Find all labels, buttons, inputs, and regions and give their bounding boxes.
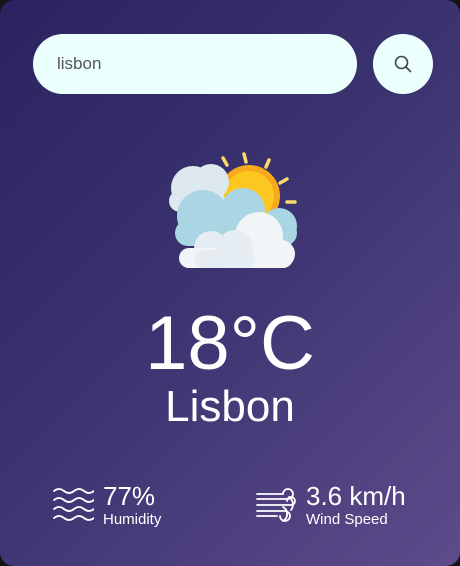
- wind-speed-value: 3.6 km/h: [306, 480, 406, 511]
- temperature-value: 18°C: [145, 301, 315, 386]
- humidity-detail: 77% Humidity: [52, 480, 161, 530]
- humidity-value: 77%: [103, 480, 156, 511]
- search-icon: [394, 55, 412, 73]
- search-bar: [33, 34, 433, 94]
- wind-icon: [255, 485, 297, 525]
- partly-cloudy-icon: [169, 152, 297, 268]
- humidity-icon: [52, 485, 94, 525]
- city-name: Lisbon: [165, 382, 295, 431]
- humidity-label: Humidity: [103, 510, 162, 528]
- weather-card: 18°C Lisbon 77% Humidity: [0, 0, 460, 566]
- wind-speed-label: Wind Speed: [306, 510, 388, 528]
- wind-detail: 3.6 km/h Wind Speed: [255, 480, 406, 530]
- search-button[interactable]: [373, 34, 433, 94]
- search-input[interactable]: [33, 34, 357, 94]
